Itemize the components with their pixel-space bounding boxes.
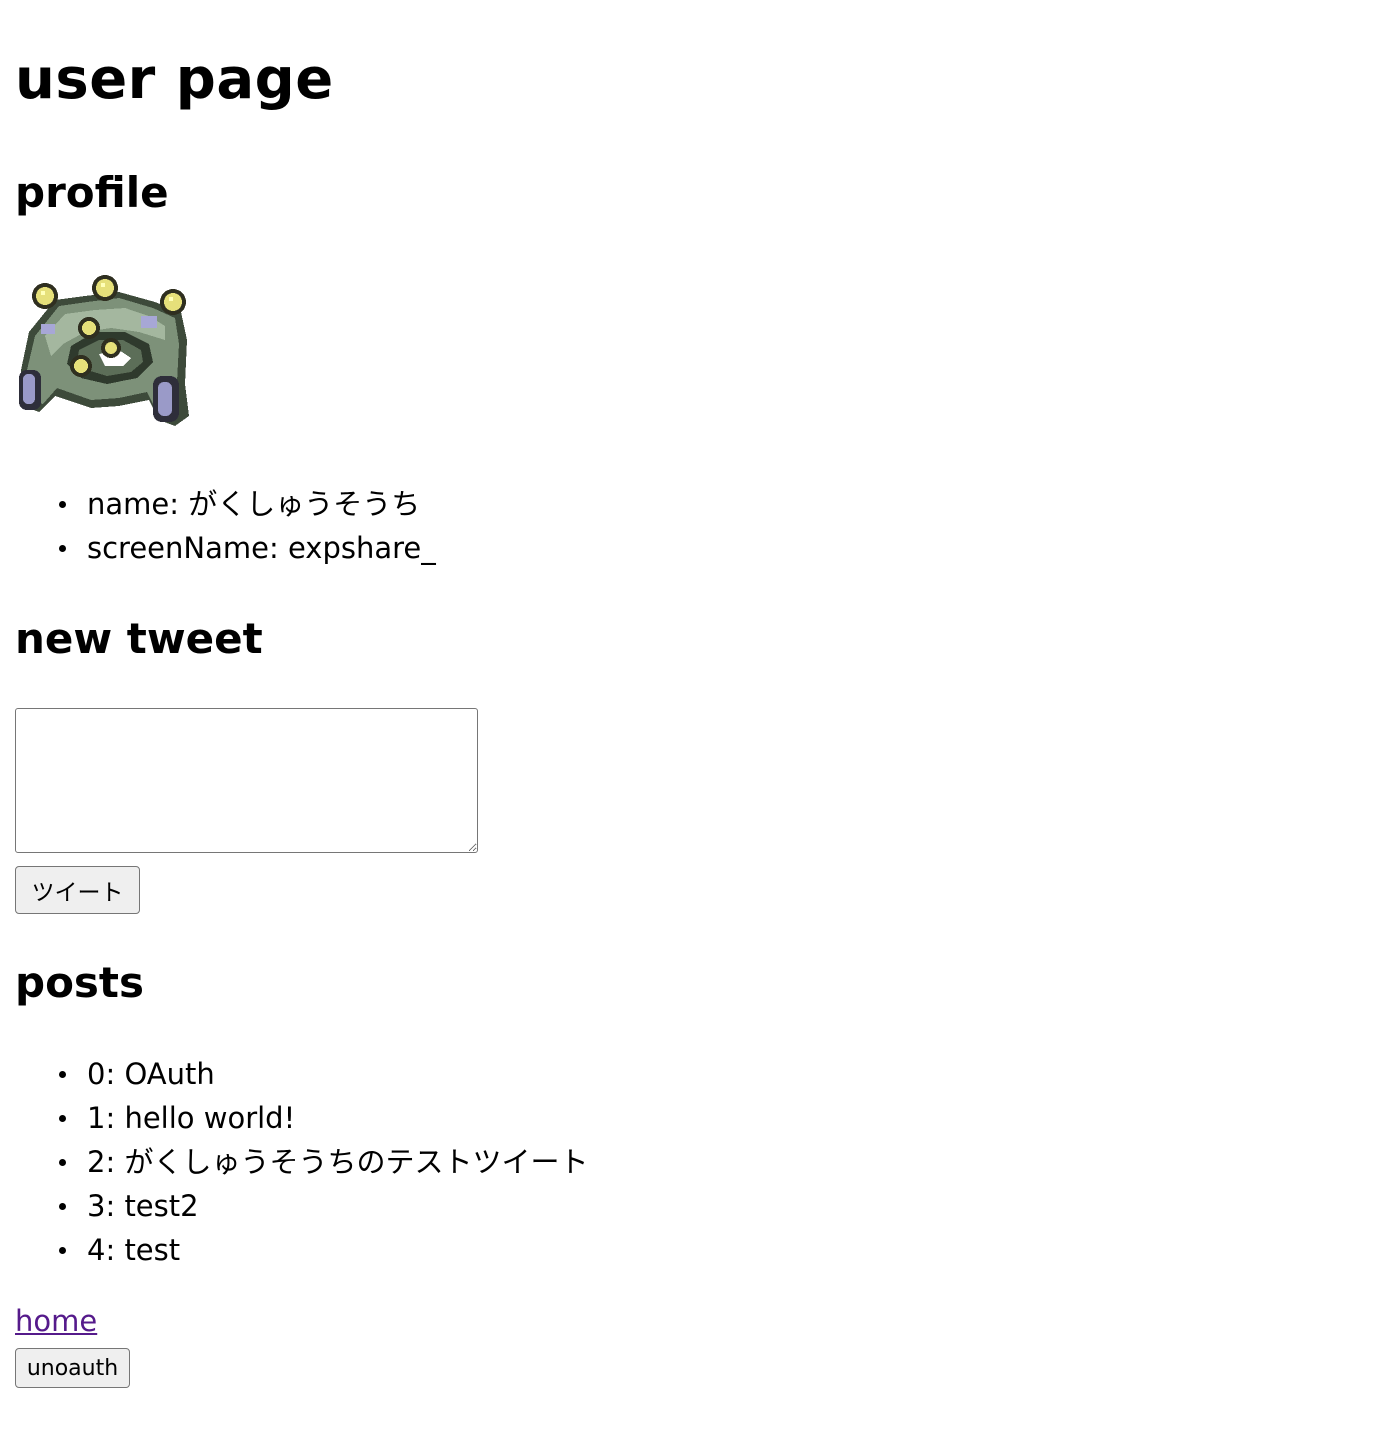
bullet-icon bbox=[59, 501, 66, 508]
list-item: 2: がくしゅうそうちのテストツイート bbox=[15, 1140, 588, 1184]
list-item: name: がくしゅうそうち bbox=[15, 482, 436, 526]
post-text: 3: test2 bbox=[87, 1189, 199, 1223]
post-text: 0: OAuth bbox=[87, 1057, 215, 1091]
posts-list: 0: OAuth 1: hello world! 2: がくしゅうそうちのテスト… bbox=[15, 1052, 588, 1272]
profile-screen-name: screenName: expshare_ bbox=[87, 531, 436, 565]
posts-heading: posts bbox=[15, 958, 144, 1007]
tweet-button[interactable]: ツイート bbox=[15, 866, 140, 914]
list-item: 3: test2 bbox=[15, 1184, 588, 1228]
profile-list: name: がくしゅうそうち screenName: expshare_ bbox=[15, 482, 436, 570]
post-text: 2: がくしゅうそうちのテストツイート bbox=[87, 1145, 589, 1179]
bullet-icon bbox=[59, 1071, 66, 1078]
home-link[interactable]: home bbox=[15, 1302, 97, 1340]
bullet-icon bbox=[59, 1115, 66, 1122]
page-title: user page bbox=[15, 47, 334, 112]
profile-heading: profile bbox=[15, 168, 169, 217]
list-item: 4: test bbox=[15, 1228, 588, 1272]
bullet-icon bbox=[59, 1247, 66, 1254]
bullet-icon bbox=[59, 1203, 66, 1210]
unoauth-button[interactable]: unoauth bbox=[15, 1348, 130, 1388]
list-item: 0: OAuth bbox=[15, 1052, 588, 1096]
post-text: 1: hello world! bbox=[87, 1101, 296, 1135]
avatar bbox=[19, 275, 189, 426]
tweet-textarea[interactable] bbox=[15, 708, 478, 853]
list-item: screenName: expshare_ bbox=[15, 526, 436, 570]
post-text: 4: test bbox=[87, 1233, 181, 1267]
new-tweet-heading: new tweet bbox=[15, 614, 263, 663]
bullet-icon bbox=[59, 1159, 66, 1166]
list-item: 1: hello world! bbox=[15, 1096, 588, 1140]
bullet-icon bbox=[59, 545, 66, 552]
profile-name: name: がくしゅうそうち bbox=[87, 487, 421, 521]
